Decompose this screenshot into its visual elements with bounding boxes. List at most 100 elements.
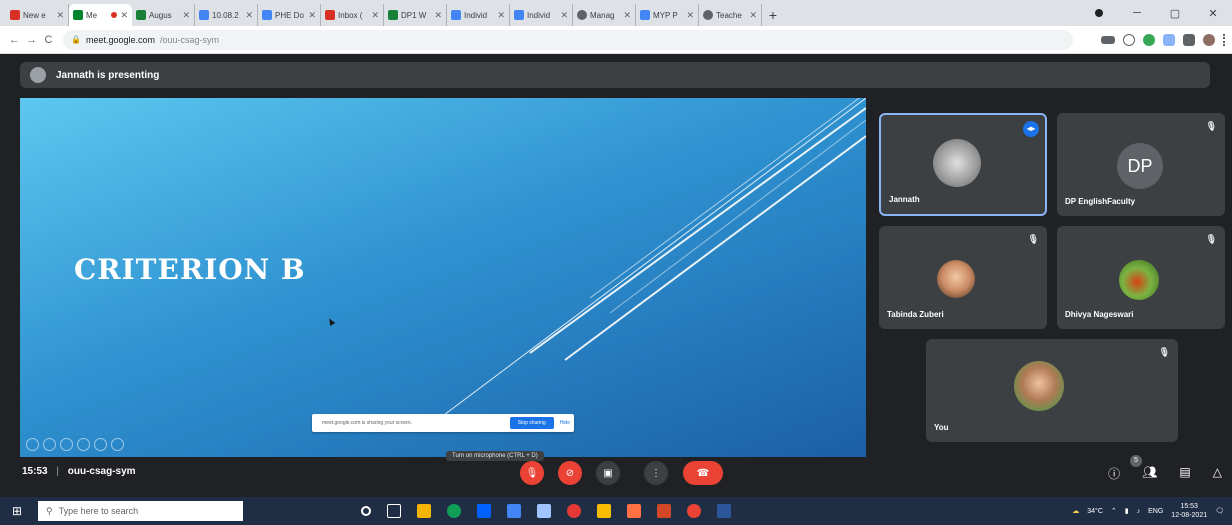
close-tab-icon[interactable]: ✕: [560, 10, 568, 21]
hide-notice-button[interactable]: Hide: [560, 420, 570, 426]
lock-icon[interactable]: 🔒: [71, 35, 81, 44]
volume-icon[interactable]: ♪: [1137, 508, 1141, 515]
close-tab-icon[interactable]: ✕: [245, 10, 253, 21]
extensions-area: [1101, 33, 1226, 46]
participant-tile-dhivya-nageswari[interactable]: 🎙︎ Dhivya Nageswari: [1057, 226, 1225, 329]
close-tab-icon[interactable]: ✕: [749, 10, 757, 21]
meet-stage: Jannath is presenting CRITERION B meet.g…: [0, 54, 1232, 487]
activities-icon[interactable]: △: [1213, 465, 1222, 482]
browser-tab[interactable]: Manag ✕: [573, 4, 636, 26]
extension-icon[interactable]: [1163, 33, 1175, 46]
new-tab-button[interactable]: +: [762, 4, 784, 26]
language-indicator[interactable]: ENG: [1148, 508, 1163, 515]
present-screen-button[interactable]: ▣: [596, 461, 620, 485]
participant-avatar: DP: [1117, 143, 1163, 189]
task-view-icon[interactable]: [387, 504, 401, 518]
tab-search-icon[interactable]: [1095, 9, 1103, 17]
meeting-details-icon[interactable]: ⓘ: [1108, 465, 1120, 482]
back-button[interactable]: ←: [6, 34, 23, 46]
meet-control-bar: 15:53 | ouu-csag-sym Turn on microphone …: [0, 451, 1232, 487]
mail-icon[interactable]: [507, 504, 521, 518]
next-slide-icon[interactable]: [43, 438, 56, 451]
browser-tab[interactable]: Individ ✕: [447, 4, 510, 26]
camera-indicator-icon[interactable]: [1101, 35, 1115, 44]
participant-tile-tabinda-zuberi[interactable]: 🎙︎ Tabinda Zuberi: [879, 226, 1047, 329]
sticky-notes-icon[interactable]: [597, 504, 611, 518]
browser-tab[interactable]: DP1 W ✕: [384, 4, 447, 26]
minimize-button[interactable]: ─: [1118, 7, 1156, 19]
participant-avatar: [1014, 361, 1064, 411]
windows-start-icon[interactable]: ⊞: [0, 504, 34, 518]
participant-tile-jannath[interactable]: ◂▸ Jannath: [879, 113, 1047, 216]
reload-button[interactable]: C: [40, 34, 57, 46]
weather-temp[interactable]: 34°C: [1087, 508, 1103, 515]
forward-button[interactable]: →: [23, 34, 40, 46]
close-tab-icon[interactable]: ✕: [497, 10, 505, 21]
weather-icon[interactable]: ☁: [1072, 507, 1079, 515]
profile-avatar[interactable]: [1203, 33, 1215, 46]
close-tab-icon[interactable]: ✕: [182, 10, 190, 21]
more-menu-icon[interactable]: [1223, 33, 1226, 46]
browser-tab-strip: New e ✕ Me ✕ Augus ✕ 10.08.2 ✕ PHE Do ✕ Inbox…: [0, 0, 1232, 26]
opera-icon[interactable]: [567, 504, 581, 518]
people-icon[interactable]: 👥︎: [1142, 465, 1157, 482]
recording-dot-icon: [111, 12, 118, 18]
previous-slide-icon[interactable]: [26, 438, 39, 451]
more-options-icon[interactable]: [111, 438, 124, 451]
taskbar-search-input[interactable]: ⚲ Type here to search: [38, 501, 243, 521]
browser-tab[interactable]: MYP P ✕: [636, 4, 699, 26]
word-icon[interactable]: [717, 504, 731, 518]
network-icon[interactable]: ▮: [1125, 507, 1129, 515]
leave-call-button[interactable]: ☎: [683, 461, 723, 485]
url-input[interactable]: 🔒 meet.google.com/ouu-csag-sym: [63, 29, 1073, 50]
ppt-icon[interactable]: [657, 504, 671, 518]
camera-off-button[interactable]: ⊘: [558, 461, 582, 485]
browser-tab[interactable]: Inbox (✕: [321, 4, 384, 26]
browser-tab[interactable]: PHE Do ✕: [258, 4, 321, 26]
chrome-icon[interactable]: [687, 504, 701, 518]
maximize-button[interactable]: ▢: [1156, 7, 1194, 20]
sharing-notice-text: meet.google.com is sharing your screen.: [322, 420, 413, 426]
file-explorer-icon[interactable]: [417, 504, 431, 518]
stop-sharing-button[interactable]: Stop sharing: [509, 417, 554, 429]
slides-grid-icon[interactable]: [77, 438, 90, 451]
browser-tab[interactable]: Augus ✕: [132, 4, 195, 26]
windows-taskbar: ⊞ ⚲ Type here to search ☁ 34°C ⌃ ▮ ♪ ENG…: [0, 497, 1232, 525]
mic-off-button[interactable]: 🎙︎: [520, 461, 544, 485]
zoom-icon[interactable]: [94, 438, 107, 451]
dropbox-icon[interactable]: [477, 504, 491, 518]
tray-chevron-icon[interactable]: ⌃: [1111, 507, 1117, 515]
close-tab-icon[interactable]: ✕: [686, 10, 694, 21]
browser-tab-active[interactable]: Me ✕: [69, 4, 132, 26]
more-options-button[interactable]: ⋮: [644, 461, 668, 485]
slideshow-toolbar: [26, 438, 124, 451]
browser-tab[interactable]: Individ ✕: [510, 4, 573, 26]
close-tab-icon[interactable]: ✕: [434, 10, 442, 21]
pen-icon[interactable]: [60, 438, 73, 451]
browser-tab[interactable]: New e ✕: [6, 4, 69, 26]
star-icon[interactable]: [1123, 33, 1135, 46]
close-tab-icon[interactable]: ✕: [56, 10, 64, 21]
cortana-icon[interactable]: [361, 506, 371, 516]
edge-icon[interactable]: [447, 504, 461, 518]
chat-icon[interactable]: ▤: [1179, 465, 1190, 482]
puzzle-icon[interactable]: [1183, 33, 1195, 46]
close-window-button[interactable]: ✕: [1194, 7, 1232, 20]
notifications-icon[interactable]: 🗨︎: [1215, 507, 1224, 515]
close-tab-icon[interactable]: ✕: [308, 10, 316, 21]
shared-screen: CRITERION B meet.google.com is sharing y…: [20, 98, 866, 457]
slide-title: CRITERION B: [74, 253, 306, 286]
participant-tile-dp-englishfaculty[interactable]: 🎙︎ DP DP EnglishFaculty: [1057, 113, 1225, 216]
close-tab-icon[interactable]: ✕: [120, 10, 128, 21]
taskbar-clock[interactable]: 15:53 12-08-2021: [1171, 502, 1207, 520]
extension-icon[interactable]: [1143, 33, 1155, 46]
close-tab-icon[interactable]: ✕: [371, 10, 379, 21]
close-tab-icon[interactable]: ✕: [623, 10, 631, 21]
power-automate-icon[interactable]: [537, 504, 551, 518]
participant-name: Tabinda Zuberi: [887, 310, 944, 319]
participant-tile-you[interactable]: 🎙︎ You: [926, 339, 1178, 442]
paint-icon[interactable]: [627, 504, 641, 518]
browser-tab[interactable]: Teache ✕: [699, 4, 762, 26]
separator: |: [56, 466, 59, 477]
browser-tab[interactable]: 10.08.2 ✕: [195, 4, 258, 26]
